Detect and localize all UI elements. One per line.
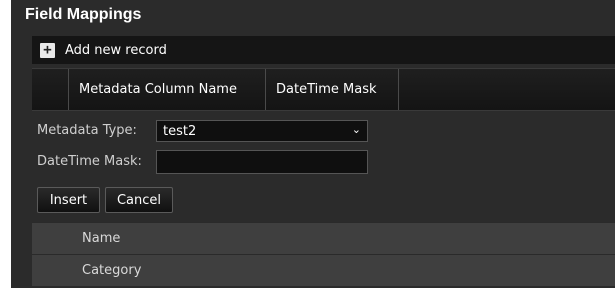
column-header-datetime-mask[interactable]: DateTime Mask xyxy=(266,69,399,110)
field-list: Name Category xyxy=(32,222,615,286)
field-mappings-panel: Field Mappings + Add new record Metadata… xyxy=(0,0,615,296)
insert-button[interactable]: Insert xyxy=(37,187,100,213)
metadata-type-select[interactable]: test2 ⌄ xyxy=(156,120,368,142)
datetime-mask-label: DateTime Mask: xyxy=(37,154,142,169)
metadata-type-label: Metadata Type: xyxy=(37,123,137,138)
grid-header-row: Metadata Column Name DateTime Mask xyxy=(32,68,615,111)
metadata-type-value: test2 xyxy=(163,123,197,139)
add-new-record-label: Add new record xyxy=(65,42,167,58)
column-header-metadata-column-name[interactable]: Metadata Column Name xyxy=(69,69,266,110)
add-new-record-button[interactable]: + Add new record xyxy=(40,40,167,60)
list-item-label: Name xyxy=(82,231,121,246)
panel-title: Field Mappings xyxy=(25,6,142,23)
cancel-button[interactable]: Cancel xyxy=(105,187,173,213)
plus-icon: + xyxy=(40,42,55,58)
grid-toolbar: + Add new record xyxy=(32,36,615,64)
grid-header-filler xyxy=(399,69,615,110)
datetime-mask-input[interactable] xyxy=(156,150,368,174)
chevron-down-icon: ⌄ xyxy=(351,123,361,136)
list-item[interactable]: Name xyxy=(32,222,615,254)
insert-form: Metadata Type: test2 ⌄ DateTime Mask: In… xyxy=(32,111,615,221)
grid-header-blank-column xyxy=(32,69,69,110)
list-item-label: Category xyxy=(82,263,142,278)
list-item[interactable]: Category xyxy=(32,254,615,286)
